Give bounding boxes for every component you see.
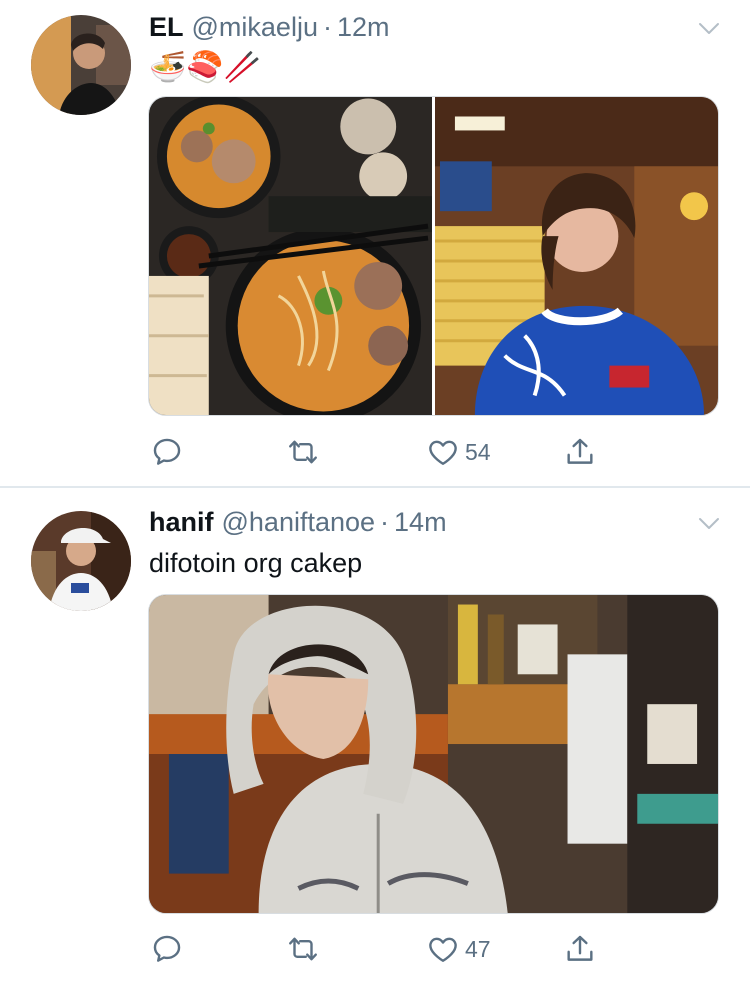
avatar[interactable] xyxy=(31,511,131,611)
display-name[interactable]: hanif xyxy=(149,507,214,538)
retweet-icon xyxy=(286,932,320,966)
tweet-header: EL @mikaelju · 12m xyxy=(149,12,390,46)
like-count: 47 xyxy=(465,935,491,962)
profile-photo-icon xyxy=(31,511,131,611)
reply-button[interactable] xyxy=(150,931,184,967)
tweet[interactable]: EL @mikaelju · 12m 🍜🍣🥢 54 xyxy=(0,0,750,487)
reply-icon xyxy=(150,435,184,469)
like-icon xyxy=(426,435,460,469)
reply-button[interactable] xyxy=(150,434,184,470)
avatar[interactable] xyxy=(31,15,131,115)
like-count: 54 xyxy=(465,438,491,465)
chevron-down-icon[interactable] xyxy=(698,22,720,36)
media-grid[interactable] xyxy=(148,96,719,416)
share-button[interactable] xyxy=(563,434,597,470)
like-button[interactable]: 47 xyxy=(426,931,491,967)
like-button[interactable]: 54 xyxy=(426,434,491,470)
media-photo-portrait[interactable] xyxy=(435,97,718,415)
tweet-text: 🍜🍣🥢 xyxy=(149,51,262,84)
timestamp[interactable]: 14m xyxy=(394,507,447,538)
portrait-photo-icon xyxy=(435,97,718,415)
media-photo-food[interactable] xyxy=(149,97,432,415)
display-name[interactable]: EL xyxy=(149,12,184,43)
tweet-actions: 47 xyxy=(148,931,628,967)
like-icon xyxy=(426,932,460,966)
share-icon xyxy=(563,435,597,469)
reply-icon xyxy=(150,932,184,966)
share-icon xyxy=(563,932,597,966)
hoodie-photo-icon xyxy=(149,595,718,913)
retweet-button[interactable] xyxy=(286,434,320,470)
separator: · xyxy=(322,12,332,42)
tweet-header: hanif @haniftanoe · 14m xyxy=(149,507,447,541)
timestamp[interactable]: 12m xyxy=(337,12,390,43)
media-photo-hoodie[interactable] xyxy=(148,594,719,914)
tweet-actions: 54 xyxy=(148,434,628,470)
profile-photo-icon xyxy=(31,15,131,115)
tweet-text: difotoin org cakep xyxy=(149,548,363,578)
retweet-button[interactable] xyxy=(286,931,320,967)
food-photo-icon xyxy=(149,97,432,415)
user-handle[interactable]: @mikaelju xyxy=(192,12,318,43)
share-button[interactable] xyxy=(563,931,597,967)
tweet[interactable]: hanif @haniftanoe · 14m difotoin org cak… xyxy=(0,488,750,981)
chevron-down-icon[interactable] xyxy=(698,517,720,531)
separator: · xyxy=(380,507,390,537)
retweet-icon xyxy=(286,435,320,469)
user-handle[interactable]: @haniftanoe xyxy=(222,507,376,538)
